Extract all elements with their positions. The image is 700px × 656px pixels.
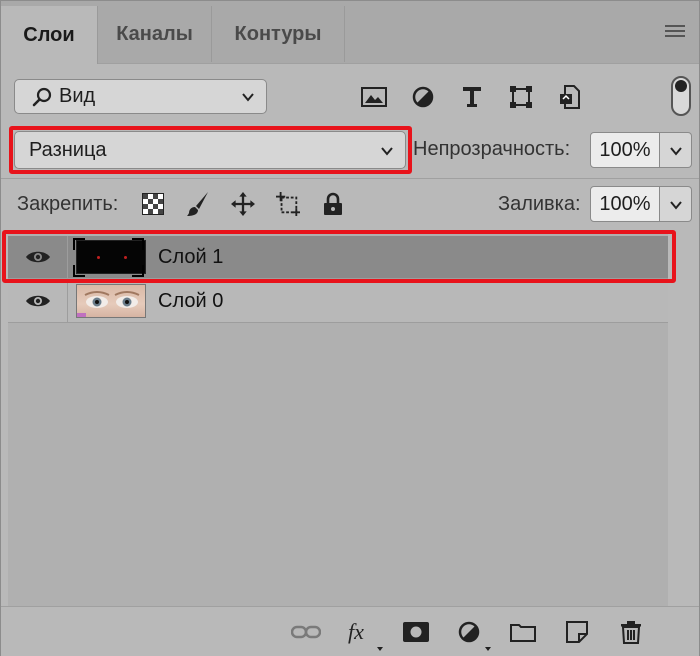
layers-list: Слой 1 Слой 0 (8, 230, 668, 607)
adjustment-layer-icon[interactable] (454, 619, 484, 645)
face-photo-thumbnail (77, 291, 140, 317)
group-folder-icon[interactable] (508, 619, 538, 645)
layer-thumbnail[interactable] (76, 284, 146, 318)
filter-kind-label: Вид (59, 85, 96, 107)
panel-menu-icon[interactable] (665, 25, 685, 39)
fx-icon[interactable]: fx (346, 619, 376, 645)
shape-filter-icon[interactable] (503, 83, 539, 111)
lock-label: Закрепить: (17, 193, 119, 215)
layer-row-0[interactable]: Слой 0 (8, 280, 668, 323)
layer-name[interactable]: Слой 0 (158, 290, 223, 313)
lock-artboard-icon[interactable] (276, 191, 300, 217)
filter-kind-select[interactable]: Вид (14, 79, 267, 114)
lock-all-icon[interactable] (321, 191, 345, 217)
lock-transparency-icon[interactable] (141, 191, 165, 217)
tab-bar: Слои Каналы Контуры (1, 1, 699, 64)
chevron-down-icon (242, 93, 254, 102)
chevron-down-icon (670, 201, 682, 210)
lock-pixels-icon[interactable] (186, 191, 210, 217)
layers-panel: Слои Каналы Контуры Вид Разница Непрозра… (0, 0, 700, 656)
lock-icons (141, 191, 366, 217)
fill-dropdown-button[interactable] (660, 186, 692, 222)
visibility-toggle[interactable] (8, 280, 68, 322)
filter-icons (356, 83, 601, 111)
search-icon (32, 87, 52, 106)
tab-paths[interactable]: Контуры (212, 6, 345, 62)
adjustment-dropdown-arrow (485, 647, 491, 651)
fx-dropdown-arrow (377, 647, 383, 651)
eye-icon (25, 295, 50, 307)
tab-layers[interactable]: Слои (1, 6, 98, 64)
smart-object-filter-icon[interactable] (552, 83, 588, 111)
tab-channels[interactable]: Каналы (98, 6, 212, 62)
opacity-dropdown-button[interactable] (660, 132, 692, 168)
toggle-knob (675, 80, 687, 92)
lock-position-icon[interactable] (231, 191, 255, 217)
fill-label: Заливка: (498, 193, 581, 215)
link-icon[interactable] (291, 619, 321, 645)
image-filter-icon[interactable] (356, 83, 392, 111)
opacity-label: Непрозрачность: (413, 138, 571, 160)
mask-icon[interactable] (401, 619, 431, 645)
type-filter-icon[interactable] (454, 83, 490, 111)
new-layer-icon[interactable] (562, 619, 592, 645)
fill-input[interactable]: 100% (590, 186, 660, 222)
svg-text:fx: fx (348, 620, 364, 644)
separator (1, 178, 699, 179)
bottom-toolbar: fx (1, 606, 699, 656)
adjustment-filter-icon[interactable] (405, 83, 441, 111)
opacity-input[interactable]: 100% (590, 132, 660, 168)
chevron-down-icon (670, 147, 682, 156)
filter-toggle-switch[interactable] (671, 76, 691, 116)
trash-icon[interactable] (616, 619, 646, 645)
blend-mode-highlight (9, 126, 412, 174)
layer-row-highlight (2, 230, 676, 283)
